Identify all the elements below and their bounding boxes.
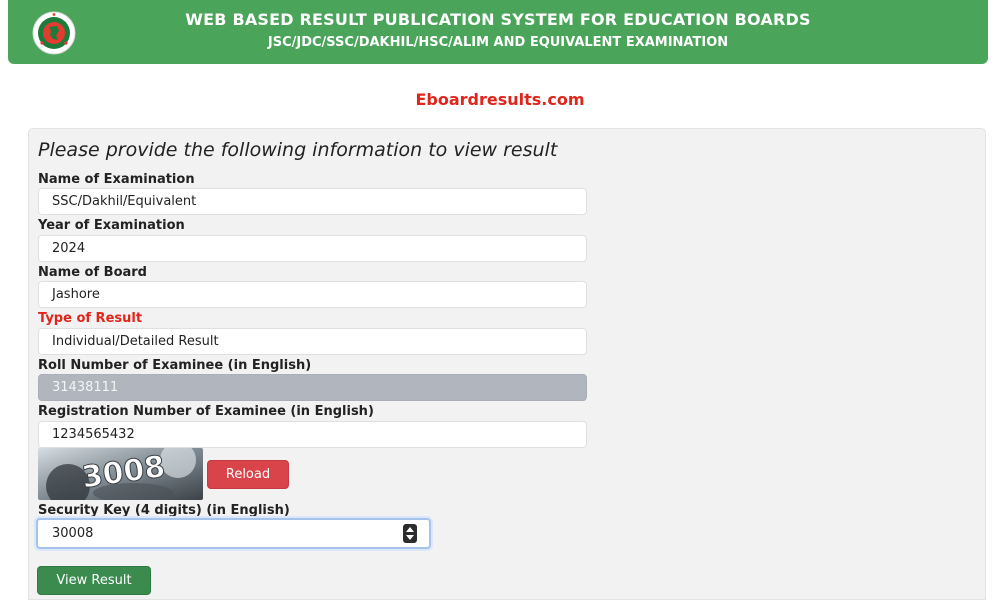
result-type-label: Type of Result bbox=[38, 311, 143, 326]
registration-label: Registration Number of Examinee (in Engl… bbox=[38, 404, 374, 419]
result-type-select[interactable]: Individual/Detailed Result bbox=[38, 328, 587, 355]
reload-captcha-button[interactable]: Reload bbox=[207, 460, 289, 489]
board-select[interactable]: Jashore bbox=[38, 281, 587, 308]
exam-select[interactable]: SSC/Dakhil/Equivalent bbox=[38, 188, 587, 215]
spinner-down-icon[interactable] bbox=[406, 534, 414, 540]
security-key-input[interactable]: 30008 bbox=[36, 518, 431, 549]
board-label: Name of Board bbox=[38, 265, 147, 280]
view-result-button[interactable]: View Result bbox=[37, 566, 151, 595]
security-key-value: 30008 bbox=[52, 526, 94, 541]
form-prompt: Please provide the following information… bbox=[38, 139, 558, 161]
exam-label: Name of Examination bbox=[38, 172, 195, 187]
roll-label: Roll Number of Examinee (in English) bbox=[38, 358, 312, 373]
page-header: WEB BASED RESULT PUBLICATION SYSTEM FOR … bbox=[8, 0, 988, 64]
number-spinner[interactable] bbox=[403, 524, 417, 543]
site-name[interactable]: Eboardresults.com bbox=[0, 90, 1000, 109]
registration-input[interactable]: 1234565432 bbox=[38, 421, 587, 448]
result-form-panel: Please provide the following information… bbox=[28, 128, 986, 600]
spinner-up-icon[interactable] bbox=[406, 527, 414, 533]
year-select[interactable]: 2024 bbox=[38, 235, 587, 262]
captcha-image: 3008 bbox=[38, 448, 203, 500]
roll-input[interactable]: 31438111 bbox=[38, 374, 587, 401]
year-label: Year of Examination bbox=[38, 218, 185, 233]
header-title: WEB BASED RESULT PUBLICATION SYSTEM FOR … bbox=[185, 10, 811, 29]
header-subtitle: JSC/JDC/SSC/DAKHIL/HSC/ALIM AND EQUIVALE… bbox=[267, 35, 729, 50]
security-key-label: Security Key (4 digits) (in English) bbox=[38, 503, 290, 518]
